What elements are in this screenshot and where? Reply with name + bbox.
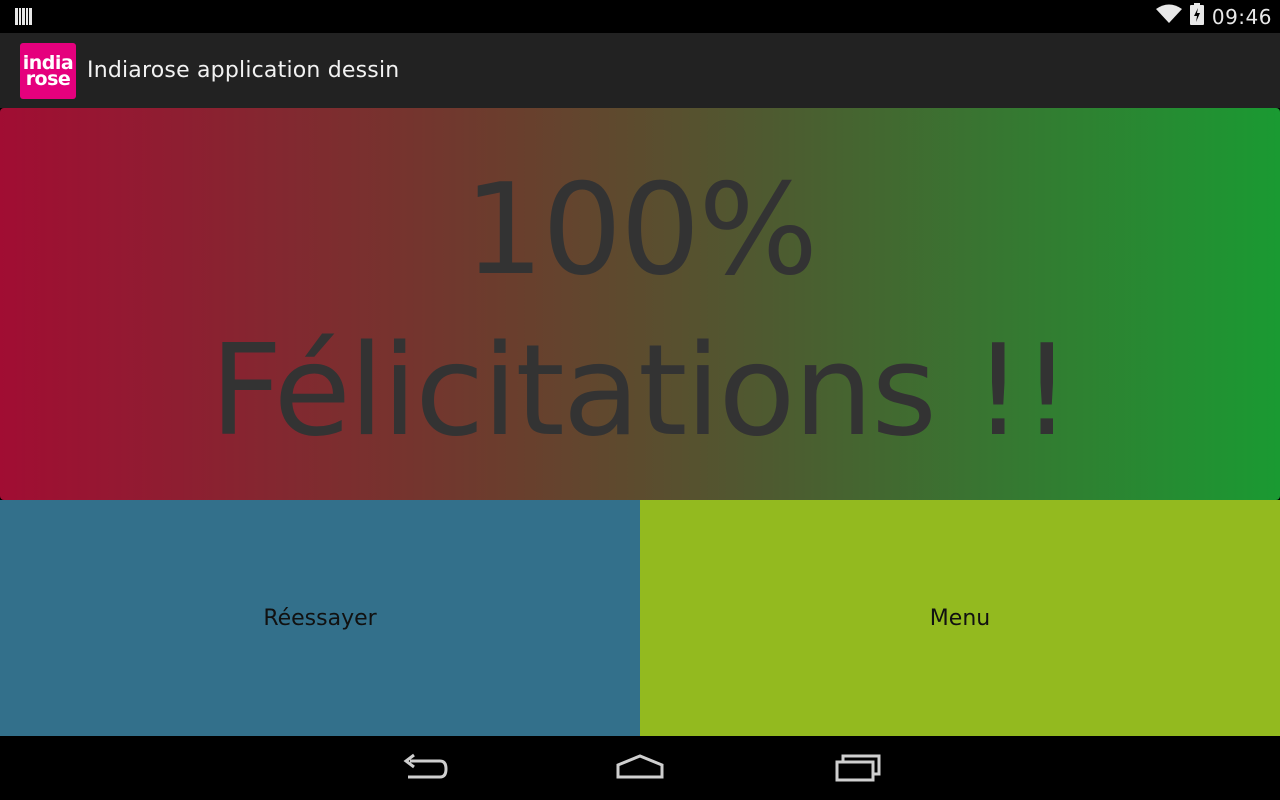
back-icon[interactable] bbox=[394, 750, 454, 786]
navigation-bar bbox=[0, 736, 1280, 800]
retry-button-label: Réessayer bbox=[263, 605, 377, 631]
battery-icon bbox=[1189, 3, 1204, 30]
status-bar: 09:46 bbox=[0, 0, 1280, 33]
retry-button[interactable]: Réessayer bbox=[0, 500, 640, 736]
congratulations-text: Félicitations !! bbox=[209, 317, 1072, 464]
action-buttons: Réessayer Menu bbox=[0, 500, 1280, 736]
recent-apps-icon[interactable] bbox=[828, 750, 888, 786]
logo-text-line2: rose bbox=[25, 67, 71, 90]
action-bar: india rose Indiarose application dessin bbox=[0, 33, 1280, 108]
app-logo[interactable]: india rose bbox=[20, 42, 76, 99]
wifi-icon bbox=[1155, 4, 1182, 29]
home-icon[interactable] bbox=[610, 750, 670, 786]
result-panel: 100% Félicitations !! bbox=[0, 108, 1280, 500]
score-text: 100% bbox=[463, 156, 818, 303]
app-title: Indiarose application dessin bbox=[87, 58, 400, 83]
menu-button[interactable]: Menu bbox=[640, 500, 1280, 736]
barcode-icon bbox=[15, 8, 33, 25]
status-clock: 09:46 bbox=[1211, 4, 1272, 29]
menu-button-label: Menu bbox=[929, 605, 991, 631]
